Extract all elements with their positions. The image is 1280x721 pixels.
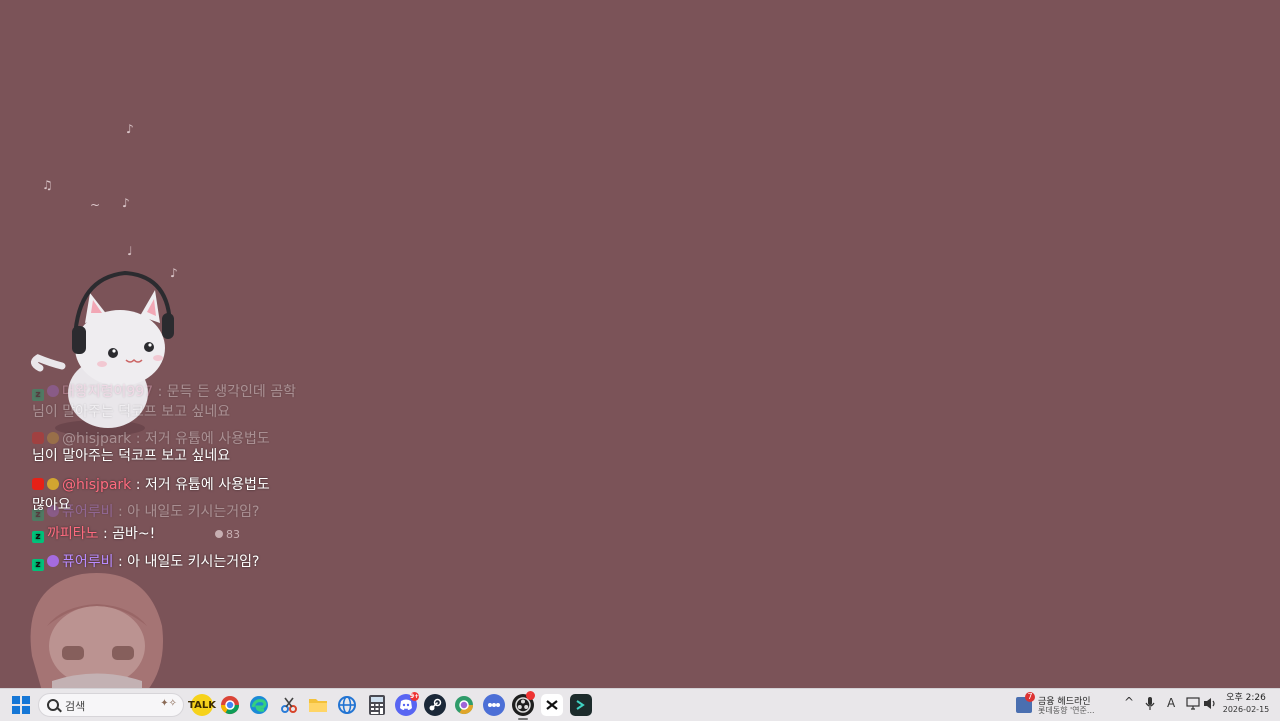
chat-text: : 곰바~! xyxy=(98,526,156,542)
system-clock[interactable]: 오후 2:26 2026-02-15 xyxy=(1222,693,1270,715)
chzzk-badge-icon: z xyxy=(32,389,44,401)
chat-nickname: @hisjpark xyxy=(62,477,132,493)
show-hidden-icons-chevron-icon[interactable]: ^ xyxy=(1124,695,1134,709)
chat-text: : 저거 유튭에 사용법도 xyxy=(131,431,270,447)
chat-message: @hisjpark : 저거 유튭에 사용법도 많아요 xyxy=(32,475,270,515)
streamer-avatar-overlay xyxy=(30,573,164,691)
chat-text-continued: 많아요 xyxy=(32,497,71,513)
person-icon xyxy=(215,530,223,538)
file-explorer-icon[interactable] xyxy=(307,694,329,716)
microphone-icon[interactable] xyxy=(1145,697,1155,714)
member-badge-icon xyxy=(47,432,59,444)
discord-icon[interactable]: 9+ xyxy=(395,692,420,716)
edge-icon[interactable] xyxy=(248,694,270,716)
windows-taskbar: 검색 ✦✧ TALK 9+ 7 금융 헤드라인 롯데동향 '연준... ^ A … xyxy=(0,688,1280,721)
member-badge-icon xyxy=(47,478,59,490)
youtube-badge-icon xyxy=(32,432,44,444)
recording-indicator-icon xyxy=(526,691,535,700)
search-icon xyxy=(47,699,59,711)
chat-nickname: 까피타노 xyxy=(47,526,99,542)
calculator-icon[interactable] xyxy=(366,694,388,716)
obs-studio-icon[interactable] xyxy=(512,691,535,716)
discord-notification-badge: 9+ xyxy=(410,692,420,701)
search-highlight-art-icon: ✦✧ xyxy=(160,698,177,709)
chat-text: : 문득 든 생각인데 곰학 xyxy=(153,384,297,400)
chat-text-continued: 님이 말아주는 덕코프 보고 싶네요 xyxy=(32,404,231,420)
chzzk-badge-icon: z xyxy=(32,531,44,543)
news-count-badge: 7 xyxy=(1025,692,1035,702)
network-monitor-icon[interactable] xyxy=(1186,697,1200,713)
chat-nickname: 대왕지렁이997 xyxy=(62,384,154,400)
chat-text: : 저거 유튭에 사용법도 xyxy=(131,477,270,493)
volume-icon[interactable] xyxy=(1203,697,1217,713)
snipping-tool-icon[interactable] xyxy=(278,694,300,716)
steam-icon[interactable] xyxy=(424,694,446,716)
chat-message: z 까피타노 : 곰바~! xyxy=(32,524,155,544)
chrome-icon[interactable] xyxy=(219,694,241,716)
clock-date: 2026-02-15 xyxy=(1222,705,1270,714)
viewer-count: 83 xyxy=(215,528,240,541)
messenger-app-icon[interactable] xyxy=(483,694,505,716)
vpn-globe-icon[interactable] xyxy=(336,694,358,716)
chrome-profile-icon[interactable] xyxy=(453,694,475,716)
chat-text: 님이 말아주는 덕코프 보고 싶네요 xyxy=(32,448,231,464)
terminal-app-icon[interactable] xyxy=(570,694,592,716)
news-headline-snippet: 롯데동향 '연준... xyxy=(1038,706,1095,715)
windows-start-button[interactable] xyxy=(12,696,30,714)
search-placeholder: 검색 xyxy=(65,700,86,713)
chat-nickname: @hisjpark xyxy=(62,431,132,447)
input-method-indicator[interactable]: A xyxy=(1167,696,1175,710)
chat-message: 님이 말아주는 덕코프 보고 싶네요 xyxy=(32,446,230,466)
viewer-count-value: 83 xyxy=(226,528,240,541)
capcut-icon[interactable] xyxy=(541,694,563,716)
youtube-badge-icon xyxy=(32,478,44,490)
kakaotalk-icon[interactable]: TALK xyxy=(188,694,216,716)
heart-badge-icon xyxy=(47,385,59,397)
chat-message: z 대왕지렁이997 : 문득 든 생각인데 곰학 님이 말아주는 덕코프 보고 … xyxy=(32,382,296,422)
clock-time: 오후 2:26 xyxy=(1226,693,1266,703)
taskbar-search-box[interactable]: 검색 ✦✧ xyxy=(38,693,184,717)
